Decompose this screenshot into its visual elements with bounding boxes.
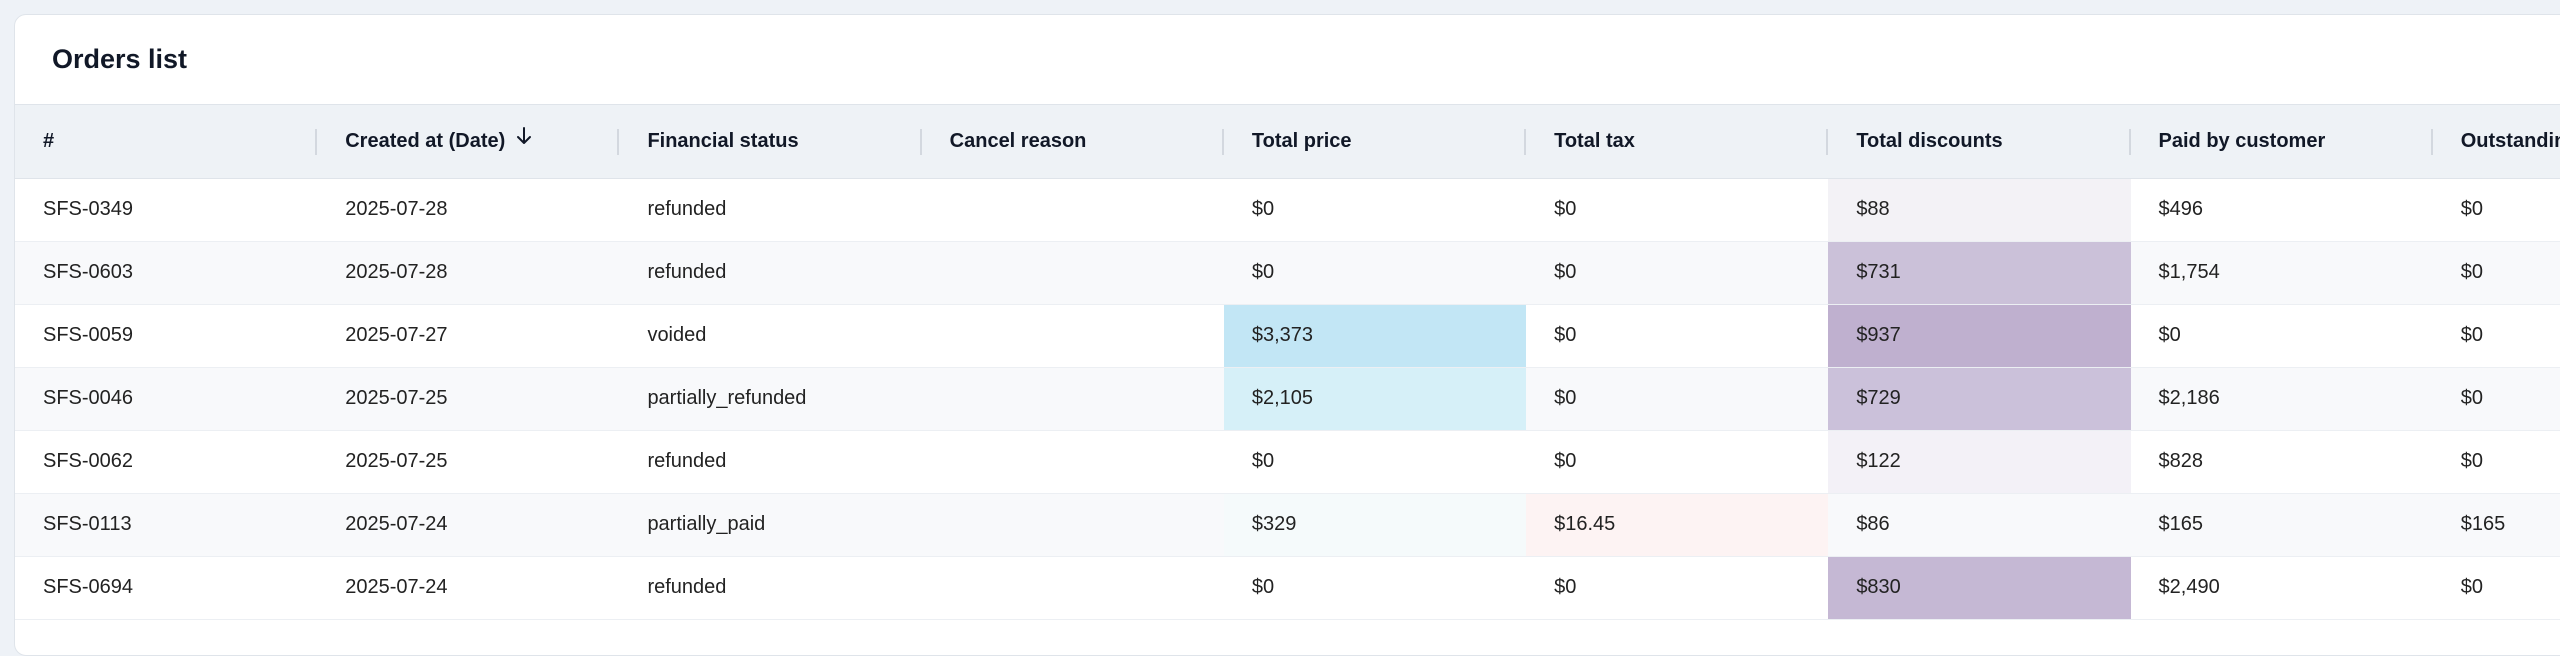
cell-price: $329 <box>1223 493 1527 557</box>
cell-outstanding: $0 <box>2432 367 2560 431</box>
table-row[interactable]: SFS-0603 2025-07-28 refunded $0 $0 $731 $1,754… <box>15 241 2560 305</box>
cell-tax: $0 <box>1526 556 1829 620</box>
cell-status: voided <box>619 304 922 368</box>
cell-paid: $2,490 <box>2130 556 2433 620</box>
column-header-label: Total price <box>1251 129 1352 152</box>
cell-id: SFS-0603 <box>15 241 318 305</box>
cell-id: SFS-0062 <box>15 430 318 494</box>
cell-status: refunded <box>619 241 922 305</box>
cell-cancel <box>921 556 1224 620</box>
cell-outstanding: $0 <box>2432 556 2560 620</box>
cell-price: $0 <box>1223 178 1527 242</box>
cell-paid: $2,186 <box>2130 367 2433 431</box>
orders-list-card: Orders list # Created at (Date) Financial … <box>14 14 2560 656</box>
cell-created: 2025-07-28 <box>317 178 620 242</box>
column-header-id[interactable]: # <box>15 105 318 179</box>
cell-created: 2025-07-27 <box>317 304 620 368</box>
cell-status: refunded <box>619 178 922 242</box>
cell-id: SFS-0694 <box>15 556 318 620</box>
cell-outstanding: $0 <box>2432 430 2560 494</box>
cell-created: 2025-07-25 <box>317 430 620 494</box>
cell-status: partially_refunded <box>619 367 922 431</box>
cell-paid: $1,754 <box>2130 241 2433 305</box>
column-header-cancel[interactable]: Cancel reason <box>921 105 1224 179</box>
cell-status: refunded <box>619 556 922 620</box>
table-header-row: # Created at (Date) Financial status Cancel… <box>15 105 2560 179</box>
table-row[interactable]: SFS-0113 2025-07-24 partially_paid $329 $16.… <box>15 493 2560 557</box>
cell-created: 2025-07-25 <box>317 367 620 431</box>
cell-price: $0 <box>1223 430 1527 494</box>
column-header-label: Paid by customer <box>2158 129 2326 152</box>
cell-discounts: $731 <box>1828 241 2131 305</box>
cell-paid: $828 <box>2130 430 2433 494</box>
cell-paid: $0 <box>2130 304 2433 368</box>
cell-cancel <box>921 178 1224 242</box>
table-body: SFS-0349 2025-07-28 refunded $0 $0 $88 $496 $0 S… <box>15 178 2560 620</box>
orders-table: # Created at (Date) Financial status Cancel… <box>15 105 2560 620</box>
column-header-tax[interactable]: Total tax <box>1526 105 1829 179</box>
cell-created: 2025-07-28 <box>317 241 620 305</box>
cell-tax: $16.45 <box>1526 493 1829 557</box>
column-header-label: Total discounts <box>1856 129 2003 152</box>
cell-id: SFS-0059 <box>15 304 318 368</box>
cell-status: partially_paid <box>619 493 922 557</box>
cell-discounts: $122 <box>1828 430 2131 494</box>
cell-tax: $0 <box>1526 430 1829 494</box>
cell-price: $0 <box>1223 556 1527 620</box>
cell-discounts: $88 <box>1828 178 2131 242</box>
cell-created: 2025-07-24 <box>317 556 620 620</box>
sort-descending-icon[interactable] <box>515 126 533 152</box>
column-header-label: Financial status <box>647 129 799 152</box>
column-header-label: # <box>43 129 55 152</box>
column-header-status[interactable]: Financial status <box>619 105 922 179</box>
cell-price: $0 <box>1223 241 1527 305</box>
cell-price: $2,105 <box>1223 367 1527 431</box>
cell-tax: $0 <box>1526 241 1829 305</box>
cell-discounts: $830 <box>1828 556 2131 620</box>
table-row[interactable]: SFS-0349 2025-07-28 refunded $0 $0 $88 $496 $0 <box>15 178 2560 242</box>
column-header-created[interactable]: Created at (Date) <box>317 105 620 179</box>
column-header-label: Cancel reason <box>949 129 1087 152</box>
cell-tax: $0 <box>1526 178 1829 242</box>
cell-paid: $496 <box>2130 178 2433 242</box>
table-row[interactable]: SFS-0694 2025-07-24 refunded $0 $0 $830 $2,490… <box>15 556 2560 620</box>
page-title: Orders list <box>15 15 2560 105</box>
column-header-price[interactable]: Total price <box>1223 105 1527 179</box>
cell-price: $3,373 <box>1223 304 1527 368</box>
column-header-label: Created at (Date) <box>345 129 506 152</box>
table-row[interactable]: SFS-0046 2025-07-25 partially_refunded $2,1… <box>15 367 2560 431</box>
cell-cancel <box>921 241 1224 305</box>
cell-cancel <box>921 493 1224 557</box>
cell-tax: $0 <box>1526 367 1829 431</box>
table-row[interactable]: SFS-0059 2025-07-27 voided $3,373 $0 $937 $0 $0 <box>15 304 2560 368</box>
table-row[interactable]: SFS-0062 2025-07-25 refunded $0 $0 $122 $828 $0 <box>15 430 2560 494</box>
cell-outstanding: $0 <box>2432 304 2560 368</box>
cell-outstanding: $0 <box>2432 241 2560 305</box>
cell-cancel <box>921 304 1224 368</box>
column-header-label: Total tax <box>1554 129 1635 152</box>
cell-cancel <box>921 367 1224 431</box>
column-header-paid[interactable]: Paid by customer <box>2130 105 2433 179</box>
cell-discounts: $937 <box>1828 304 2131 368</box>
cell-outstanding: $165 <box>2432 493 2560 557</box>
column-header-outstanding[interactable]: Outstanding <box>2432 105 2560 179</box>
cell-cancel <box>921 430 1224 494</box>
cell-id: SFS-0349 <box>15 178 318 242</box>
cell-discounts: $729 <box>1828 367 2131 431</box>
cell-tax: $0 <box>1526 304 1829 368</box>
cell-paid: $165 <box>2130 493 2433 557</box>
cell-created: 2025-07-24 <box>317 493 620 557</box>
column-header-discounts[interactable]: Total discounts <box>1828 105 2131 179</box>
cell-discounts: $86 <box>1828 493 2131 557</box>
column-header-label: Outstanding <box>2460 129 2560 152</box>
cell-id: SFS-0113 <box>15 493 318 557</box>
cell-id: SFS-0046 <box>15 367 318 431</box>
cell-outstanding: $0 <box>2432 178 2560 242</box>
cell-status: refunded <box>619 430 922 494</box>
